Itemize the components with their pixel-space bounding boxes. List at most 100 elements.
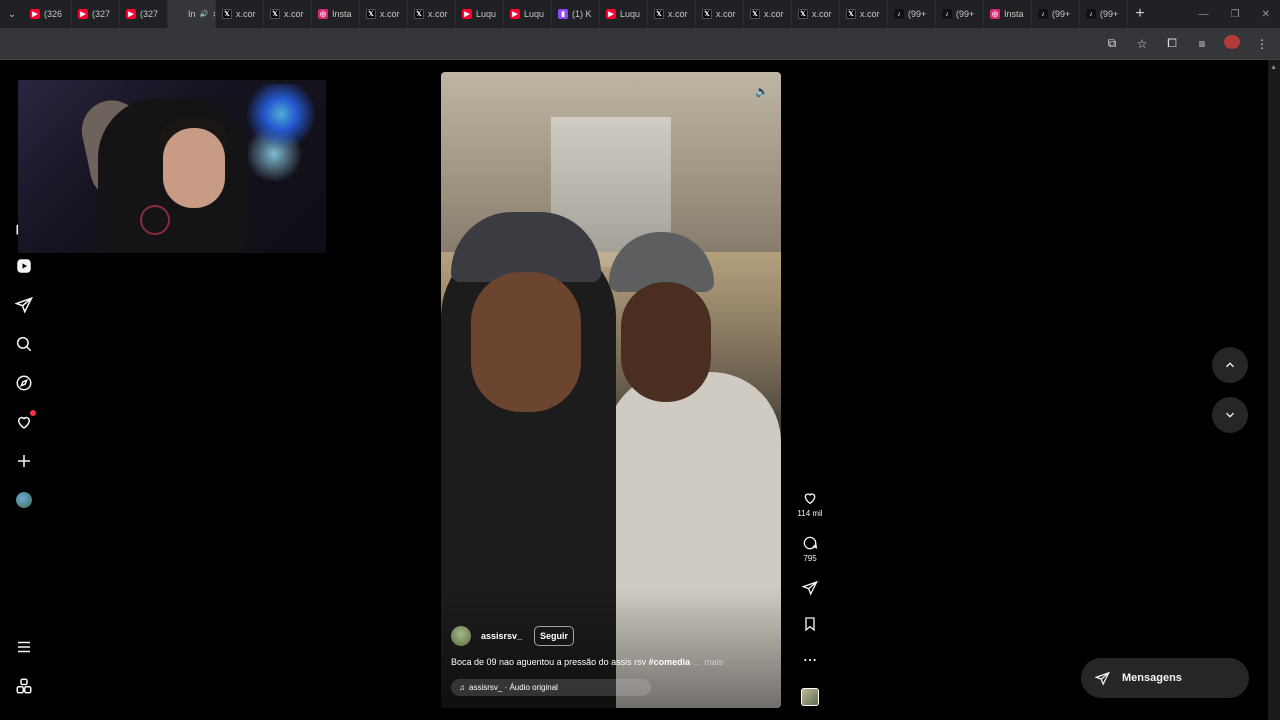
minimize-icon[interactable]: —: [1199, 9, 1209, 20]
window-controls: — ❐ ✕: [1199, 9, 1280, 20]
youtube-icon: ▶: [126, 9, 136, 19]
direct-message-icon: [1095, 671, 1110, 686]
heart-icon: [804, 493, 816, 505]
browser-menu-icon[interactable]: ⋮: [1254, 37, 1270, 51]
tab-title: x.cor: [284, 9, 304, 19]
browser-tab[interactable]: ♪ (99+: [1080, 0, 1128, 28]
browser-tab[interactable]: ◎ Insta: [984, 0, 1032, 28]
webcam-overlay: [18, 80, 326, 253]
tab-title: x.cor: [668, 9, 688, 19]
browser-tab[interactable]: ◎ Insta: [312, 0, 360, 28]
likes-count: 114 mil: [797, 509, 823, 518]
browser-tab[interactable]: ▶ Luqu: [600, 0, 648, 28]
x-icon: 𝕏: [702, 9, 712, 19]
sound-toggle-icon[interactable]: 🔈: [753, 82, 771, 100]
caption-more-link[interactable]: … mais: [693, 657, 724, 667]
youtube-icon: ▶: [30, 9, 40, 19]
scroll-up-arrow-icon[interactable]: ▲: [1270, 64, 1277, 71]
like-action[interactable]: 114 mil: [794, 490, 826, 518]
messages-button[interactable]: Mensagens: [1081, 658, 1249, 698]
close-window-icon[interactable]: ✕: [1262, 9, 1270, 20]
tab-title: (99+: [956, 9, 975, 19]
browser-tab[interactable]: In🔊✕: [168, 0, 216, 28]
instagram-icon: ◎: [990, 9, 1000, 19]
media-controls-icon[interactable]: ≡: [1194, 37, 1210, 51]
youtube-icon: ▶: [78, 9, 88, 19]
tab-title: Luqu: [524, 9, 545, 19]
tab-title: (99+: [1052, 9, 1071, 19]
browser-tab[interactable]: ♪ (99+: [1032, 0, 1080, 28]
comments-count: 795: [803, 554, 817, 563]
bookmark-icon: [805, 617, 815, 632]
new-tab-button[interactable]: +: [1128, 0, 1152, 28]
more-menu-icon[interactable]: [14, 637, 34, 657]
explore-compass-icon[interactable]: [14, 373, 34, 393]
also-from-meta-icon[interactable]: [14, 676, 34, 696]
browser-tab[interactable]: ▶ Luqu: [456, 0, 504, 28]
install-app-icon[interactable]: ⧉: [1104, 36, 1120, 51]
profile-avatar[interactable]: [14, 490, 34, 510]
browser-tab[interactable]: 𝕏x.cor: [216, 0, 264, 28]
x-icon: 𝕏: [366, 9, 376, 19]
follow-button[interactable]: Seguir: [534, 626, 575, 646]
profile-avatar[interactable]: [1224, 35, 1240, 52]
author-avatar[interactable]: [451, 626, 471, 646]
tab-title: x.cor: [716, 9, 736, 19]
tab-title: x.cor: [380, 9, 400, 19]
search-icon[interactable]: [14, 334, 34, 354]
next-reel-button[interactable]: [1212, 397, 1248, 433]
bookmark-star-icon[interactable]: ☆: [1134, 37, 1150, 51]
browser-tab[interactable]: 𝕏x.cor: [408, 0, 456, 28]
browser-tab[interactable]: 𝕏x.cor: [744, 0, 792, 28]
comment-action[interactable]: 795: [794, 535, 826, 563]
audio-thumbnail[interactable]: [794, 688, 826, 706]
browser-tab[interactable]: 𝕏x.cor: [264, 0, 312, 28]
share-icon: [802, 580, 818, 596]
browser-tab[interactable]: 𝕏x.cor: [696, 0, 744, 28]
tab-title: Luqu: [620, 9, 641, 19]
tab-search-chevron-icon[interactable]: ⌄: [0, 0, 24, 28]
tab-audio-icon[interactable]: 🔊: [200, 10, 209, 18]
caption-text: Boca de 09 nao aguentou a pressão do ass…: [451, 657, 649, 667]
comment-icon: [803, 536, 818, 550]
reel-video[interactable]: 🔈 assisrsv_ Seguir Boca de 09 nao aguent…: [441, 72, 781, 708]
browser-tab-bar: ⌄ ▶(326▶(327▶(327In🔊✕𝕏x.cor𝕏x.cor◎Insta𝕏…: [0, 0, 1280, 28]
twitch-icon: ▮: [558, 9, 568, 19]
chevron-up-icon: [1226, 362, 1234, 368]
browser-tab[interactable]: 𝕏x.cor: [792, 0, 840, 28]
original-audio-link[interactable]: ♫ assisrsv_ · Áudio original: [451, 679, 651, 696]
browser-tab[interactable]: ▶ (326: [24, 0, 72, 28]
tab-title: Insta: [332, 9, 352, 19]
author-username[interactable]: assisrsv_: [481, 631, 522, 641]
x-icon: 𝕏: [414, 9, 424, 19]
restore-icon[interactable]: ❐: [1231, 9, 1240, 20]
reel-info: assisrsv_ Seguir Boca de 09 nao aguentou…: [451, 624, 771, 696]
more-options-action[interactable]: [794, 652, 826, 668]
music-note-icon: ♫: [459, 683, 465, 692]
browser-tab[interactable]: 𝕏x.cor: [648, 0, 696, 28]
browser-tab[interactable]: ▶ Luqu: [504, 0, 552, 28]
browser-tab[interactable]: 𝕏x.cor: [840, 0, 888, 28]
reels-icon[interactable]: [14, 256, 34, 276]
browser-tab[interactable]: ♪ (99+: [888, 0, 936, 28]
browser-tab[interactable]: ♪ (99+: [936, 0, 984, 28]
previous-reel-button[interactable]: [1212, 347, 1248, 383]
browser-tab[interactable]: 𝕏x.cor: [360, 0, 408, 28]
browser-tab[interactable]: ▶ (327: [120, 0, 168, 28]
tiktok-icon: ♪: [1086, 9, 1096, 19]
reel-caption[interactable]: Boca de 09 nao aguentou a pressão do ass…: [451, 657, 771, 667]
browser-tab[interactable]: ▮ (1) K: [552, 0, 600, 28]
x-icon: 𝕏: [750, 9, 760, 19]
create-plus-icon[interactable]: [14, 451, 34, 471]
caption-hashtag[interactable]: #comedia: [649, 657, 691, 667]
browser-tab[interactable]: ▶ (327: [72, 0, 120, 28]
save-action[interactable]: [794, 616, 826, 632]
extensions-icon[interactable]: ⧠: [1164, 36, 1180, 51]
share-action[interactable]: [794, 580, 826, 596]
x-icon: 𝕏: [798, 9, 808, 19]
notifications-heart-icon[interactable]: [14, 410, 36, 432]
page-scrollbar[interactable]: ▲: [1268, 60, 1280, 720]
x-icon: 𝕏: [270, 9, 280, 19]
direct-messages-icon[interactable]: [14, 295, 34, 315]
shirt-logo: [140, 205, 170, 235]
